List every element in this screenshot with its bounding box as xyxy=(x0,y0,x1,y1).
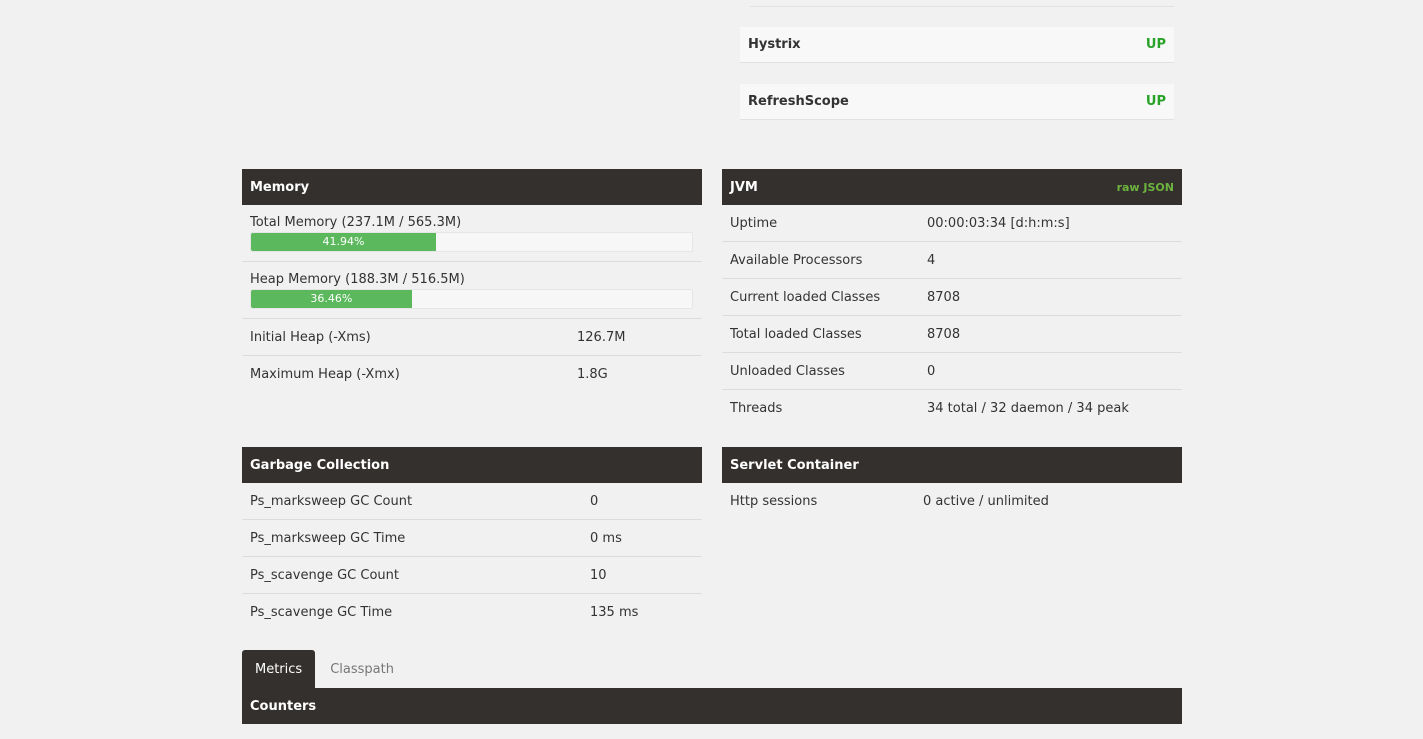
total-memory-label: Total Memory (237.1M / 565.3M) xyxy=(250,215,462,230)
memory-row-max-heap: Maximum Heap (-Xmx) 1.8G xyxy=(242,356,702,393)
detail-tabs: Metrics Classpath xyxy=(242,650,407,688)
gc-row-key: Ps_scavenge GC Time xyxy=(250,605,393,620)
raw-json-link[interactable]: raw JSON xyxy=(1117,181,1174,194)
gc-row-key: Ps_marksweep GC Time xyxy=(250,530,406,546)
jvm-row-value: 00:00:03:34 [d:h:m:s] xyxy=(927,215,1070,231)
servlet-panel: Servlet Container Http sessions 0 active… xyxy=(722,447,1182,520)
jvm-row-unloaded-classes: Unloaded Classes 0 xyxy=(722,353,1182,390)
tab-metrics[interactable]: Metrics xyxy=(242,650,316,688)
memory-panel-title: Memory xyxy=(250,179,310,195)
servlet-panel-title: Servlet Container xyxy=(730,457,859,473)
jvm-panel-title: JVM xyxy=(730,179,758,195)
gc-row-value: 135 ms xyxy=(590,605,639,620)
memory-row-value: 1.8G xyxy=(577,367,608,382)
jvm-panel: JVM raw JSON Uptime 00:00:03:34 [d:h:m:s… xyxy=(722,169,1182,427)
gc-row-value: 0 ms xyxy=(590,530,622,546)
memory-panel: Memory Total Memory (237.1M / 565.3M) 41… xyxy=(242,169,702,393)
tab-classpath[interactable]: Classpath xyxy=(315,650,407,688)
jvm-row-key: Total loaded Classes xyxy=(730,326,862,342)
jvm-row-key: Threads xyxy=(730,401,783,416)
gc-row-marksweep-time: Ps_marksweep GC Time 0 ms xyxy=(242,520,702,557)
servlet-panel-header: Servlet Container xyxy=(722,447,1182,483)
memory-row-initial-heap: Initial Heap (-Xms) 126.7M xyxy=(242,319,702,356)
total-memory-block: Total Memory (237.1M / 565.3M) 41.94% xyxy=(242,205,702,262)
jvm-row-key: Uptime xyxy=(730,215,778,231)
total-memory-progress: 41.94% xyxy=(250,232,693,252)
gc-row-marksweep-count: Ps_marksweep GC Count 0 xyxy=(242,483,702,520)
servlet-row-key: Http sessions xyxy=(730,494,818,509)
health-item-refreshscope: RefreshScope UP xyxy=(740,84,1174,120)
jvm-row-value: 0 xyxy=(927,363,936,379)
gc-row-scavenge-time: Ps_scavenge GC Time 135 ms xyxy=(242,594,702,631)
jvm-row-value: 8708 xyxy=(927,289,961,305)
counters-header: Counters xyxy=(242,688,1182,724)
jvm-row-current-classes: Current loaded Classes 8708 xyxy=(722,279,1182,316)
jvm-row-value: 34 total / 32 daemon / 34 peak xyxy=(927,401,1129,416)
jvm-panel-header: JVM raw JSON xyxy=(722,169,1182,205)
jvm-row-processors: Available Processors 4 xyxy=(722,242,1182,279)
heap-memory-progress: 36.46% xyxy=(250,289,693,309)
counters-title: Counters xyxy=(250,698,317,714)
memory-row-key: Maximum Heap (-Xmx) xyxy=(250,367,400,382)
heap-memory-label: Heap Memory (188.3M / 516.5M) xyxy=(250,272,465,287)
jvm-row-key: Available Processors xyxy=(730,252,863,268)
health-divider xyxy=(750,6,1174,7)
jvm-row-key: Current loaded Classes xyxy=(730,289,881,305)
total-memory-progress-fill: 41.94% xyxy=(251,233,436,251)
health-item-name: Hystrix xyxy=(748,37,801,52)
jvm-row-value: 4 xyxy=(927,252,936,268)
jvm-row-key: Unloaded Classes xyxy=(730,363,845,379)
servlet-row-value: 0 active / unlimited xyxy=(923,494,1049,509)
gc-row-key: Ps_marksweep GC Count xyxy=(250,493,413,509)
gc-panel: Garbage Collection Ps_marksweep GC Count… xyxy=(242,447,702,631)
gc-row-key: Ps_scavenge GC Count xyxy=(250,567,399,583)
servlet-row-http-sessions: Http sessions 0 active / unlimited xyxy=(722,483,1182,520)
memory-row-key: Initial Heap (-Xms) xyxy=(250,329,371,345)
jvm-row-uptime: Uptime 00:00:03:34 [d:h:m:s] xyxy=(722,205,1182,242)
jvm-row-threads: Threads 34 total / 32 daemon / 34 peak xyxy=(722,390,1182,427)
memory-panel-header: Memory xyxy=(242,169,702,205)
jvm-row-total-classes: Total loaded Classes 8708 xyxy=(722,316,1182,353)
health-item-hystrix: Hystrix UP xyxy=(740,27,1174,63)
health-status-badge: UP xyxy=(1145,94,1166,109)
gc-panel-title: Garbage Collection xyxy=(250,457,390,473)
health-status-badge: UP xyxy=(1145,37,1166,52)
gc-panel-header: Garbage Collection xyxy=(242,447,702,483)
heap-memory-block: Heap Memory (188.3M / 516.5M) 36.46% xyxy=(242,262,702,319)
memory-row-value: 126.7M xyxy=(577,329,626,345)
health-item-name: RefreshScope xyxy=(748,94,849,109)
gc-row-scavenge-count: Ps_scavenge GC Count 10 xyxy=(242,557,702,594)
jvm-row-value: 8708 xyxy=(927,326,961,342)
gc-row-value: 0 xyxy=(590,493,599,509)
gc-row-value: 10 xyxy=(590,567,607,583)
heap-memory-progress-fill: 36.46% xyxy=(251,290,412,308)
